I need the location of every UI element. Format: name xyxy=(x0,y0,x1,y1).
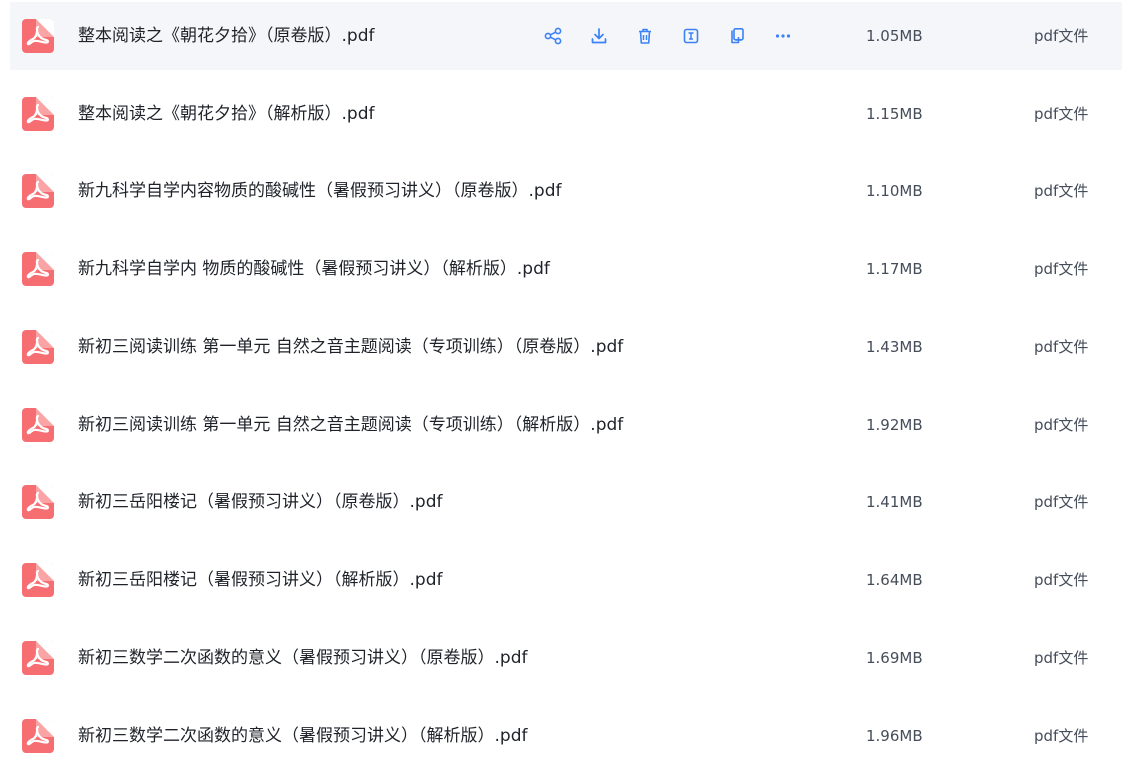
file-row[interactable]: 新初三阅读训练 第一单元 自然之音主题阅读（专项训练）（解析版）.pdf 1.9… xyxy=(10,391,1122,459)
file-size: 1.15MB xyxy=(866,105,923,123)
pdf-icon xyxy=(22,174,54,208)
more-icon[interactable] xyxy=(760,20,806,52)
file-size: 1.17MB xyxy=(866,260,923,278)
file-size: 1.10MB xyxy=(866,182,923,200)
file-size: 1.69MB xyxy=(866,649,923,667)
pdf-icon xyxy=(22,408,54,442)
rename-icon[interactable] xyxy=(668,20,714,52)
file-type: pdf文件 xyxy=(1034,182,1089,200)
file-row[interactable]: 新九科学自学内 物质的酸碱性（暑假预习讲义）（解析版）.pdf 1.17MB p… xyxy=(10,235,1122,303)
pdf-icon xyxy=(22,563,54,597)
file-name[interactable]: 新初三岳阳楼记（暑假预习讲义）（解析版）.pdf xyxy=(78,546,442,614)
file-row[interactable]: 整本阅读之《朝花夕拾》（原卷版）.pdf 1.05MB pdf文件 xyxy=(10,2,1122,70)
pdf-icon xyxy=(22,330,54,364)
pdf-icon xyxy=(22,97,54,131)
pdf-icon xyxy=(22,19,54,53)
file-name[interactable]: 新初三数学二次函数的意义（暑假预习讲义）（原卷版）.pdf xyxy=(78,624,527,692)
copy-icon[interactable] xyxy=(714,20,760,52)
pdf-icon xyxy=(22,485,54,519)
file-type: pdf文件 xyxy=(1034,493,1089,511)
file-size: 1.96MB xyxy=(866,727,923,745)
file-name[interactable]: 整本阅读之《朝花夕拾》（解析版）.pdf xyxy=(78,80,374,148)
file-row[interactable]: 新初三阅读训练 第一单元 自然之音主题阅读（专项训练）（原卷版）.pdf 1.4… xyxy=(10,313,1122,381)
file-size: 1.05MB xyxy=(866,27,923,45)
file-size: 1.41MB xyxy=(866,493,923,511)
file-row[interactable]: 新九科学自学内容物质的酸碱性（暑假预习讲义）（原卷版）.pdf 1.10MB p… xyxy=(10,157,1122,225)
file-type: pdf文件 xyxy=(1034,105,1089,123)
file-list: 整本阅读之《朝花夕拾》（原卷版）.pdf 1.05MB pdf文件 整本阅读之《… xyxy=(0,0,1132,777)
file-name[interactable]: 新初三阅读训练 第一单元 自然之音主题阅读（专项训练）（解析版）.pdf xyxy=(78,391,623,459)
file-name[interactable]: 新九科学自学内 物质的酸碱性（暑假预习讲义）（解析版）.pdf xyxy=(78,235,550,303)
file-type: pdf文件 xyxy=(1034,649,1089,667)
pdf-icon xyxy=(22,252,54,286)
file-name[interactable]: 新初三数学二次函数的意义（暑假预习讲义）（解析版）.pdf xyxy=(78,702,527,770)
file-size: 1.43MB xyxy=(866,338,923,356)
file-name[interactable]: 新初三岳阳楼记（暑假预习讲义）（原卷版）.pdf xyxy=(78,468,442,536)
share-icon[interactable] xyxy=(530,20,576,52)
file-name[interactable]: 新九科学自学内容物质的酸碱性（暑假预习讲义）（原卷版）.pdf xyxy=(78,157,561,225)
file-row[interactable]: 新初三数学二次函数的意义（暑假预习讲义）（原卷版）.pdf 1.69MB pdf… xyxy=(10,624,1122,692)
file-row[interactable]: 新初三数学二次函数的意义（暑假预习讲义）（解析版）.pdf 1.96MB pdf… xyxy=(10,702,1122,770)
file-name[interactable]: 新初三阅读训练 第一单元 自然之音主题阅读（专项训练）（原卷版）.pdf xyxy=(78,313,623,381)
file-size: 1.92MB xyxy=(866,416,923,434)
file-type: pdf文件 xyxy=(1034,27,1089,45)
file-type: pdf文件 xyxy=(1034,260,1089,278)
file-type: pdf文件 xyxy=(1034,571,1089,589)
file-type: pdf文件 xyxy=(1034,727,1089,745)
delete-icon[interactable] xyxy=(622,20,668,52)
file-row[interactable]: 新初三岳阳楼记（暑假预习讲义）（原卷版）.pdf 1.41MB pdf文件 xyxy=(10,468,1122,536)
file-size: 1.64MB xyxy=(866,571,923,589)
pdf-icon xyxy=(22,719,54,753)
file-type: pdf文件 xyxy=(1034,338,1089,356)
file-name[interactable]: 整本阅读之《朝花夕拾》（原卷版）.pdf xyxy=(78,2,374,70)
file-row[interactable]: 整本阅读之《朝花夕拾》（解析版）.pdf 1.15MB pdf文件 xyxy=(10,80,1122,148)
pdf-icon xyxy=(22,641,54,675)
row-action-toolbar xyxy=(530,2,806,70)
file-row[interactable]: 新初三岳阳楼记（暑假预习讲义）（解析版）.pdf 1.64MB pdf文件 xyxy=(10,546,1122,614)
download-icon[interactable] xyxy=(576,20,622,52)
file-type: pdf文件 xyxy=(1034,416,1089,434)
